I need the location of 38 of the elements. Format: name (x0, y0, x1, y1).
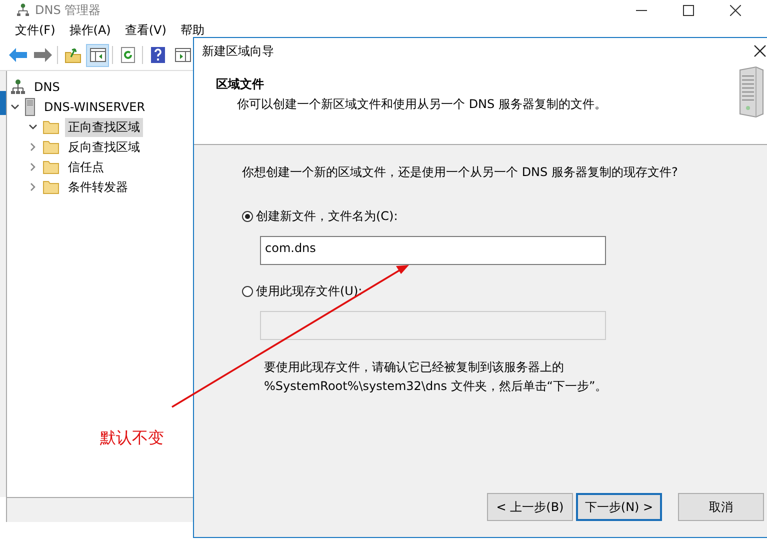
annotation-text: 默认不变 (100, 428, 164, 449)
menu-item[interactable]: 操作(A) (69, 22, 111, 38)
folder-icon (43, 140, 59, 154)
folder-icon (43, 160, 59, 174)
expand-chevron-icon[interactable] (29, 143, 37, 151)
dialog-title: 新建区域向导 (202, 42, 274, 60)
tree-item[interactable]: 反向查找区域 (65, 138, 143, 156)
close-icon[interactable] (754, 45, 766, 57)
page-description: 你可以创建一个新区域文件和使用从另一个 DNS 服务器复制的文件。 (236, 96, 606, 113)
back-button[interactable]: < 上一步(B) (487, 493, 573, 521)
tree-item[interactable]: 信任点 (65, 158, 107, 176)
tree-item[interactable]: 条件转发器 (65, 178, 131, 196)
radio-option[interactable]: 创建新文件，文件名为(C): (242, 208, 398, 225)
folder-icon (43, 120, 59, 134)
folder-icon (43, 180, 59, 194)
tree-pane-button[interactable] (86, 44, 109, 66)
tree-item[interactable]: 正向查找区域 (65, 118, 143, 136)
page-heading: 区域文件 (216, 76, 265, 93)
network-icon (11, 79, 25, 95)
menu-item[interactable]: 文件(F) (15, 22, 56, 38)
note-text: 要使用此现存文件，请确认它已经被复制到该服务器上的 %SystemRoot%\system32\dns 文件夹，然后单击“下一步”。 (264, 359, 608, 395)
expand-chevron-icon[interactable] (29, 183, 37, 191)
menu-item[interactable]: 帮助 (180, 22, 204, 38)
file-name-field[interactable]: com.dns (260, 236, 606, 265)
tree-item[interactable]: DNS (31, 79, 63, 95)
menu-item[interactable]: 查看(V) (124, 22, 166, 38)
tree-item[interactable]: DNS-WINSERVER (41, 99, 148, 115)
expand-chevron-icon[interactable] (29, 163, 37, 171)
next-button[interactable]: 下一步(N) > (576, 493, 662, 521)
server-icon (25, 98, 35, 116)
maximize-icon[interactable] (683, 4, 694, 16)
close-icon[interactable] (730, 4, 741, 16)
collapse-chevron-icon[interactable] (11, 103, 19, 111)
collapse-chevron-icon[interactable] (29, 123, 37, 131)
cancel-button[interactable]: 取消 (678, 493, 764, 521)
question-text: 你想创建一个新的区域文件，还是使用一个从另一个 DNS 服务器复制的现存文件? (242, 164, 678, 181)
network-icon (17, 3, 29, 17)
window-title: DNS 管理器 (35, 2, 101, 18)
